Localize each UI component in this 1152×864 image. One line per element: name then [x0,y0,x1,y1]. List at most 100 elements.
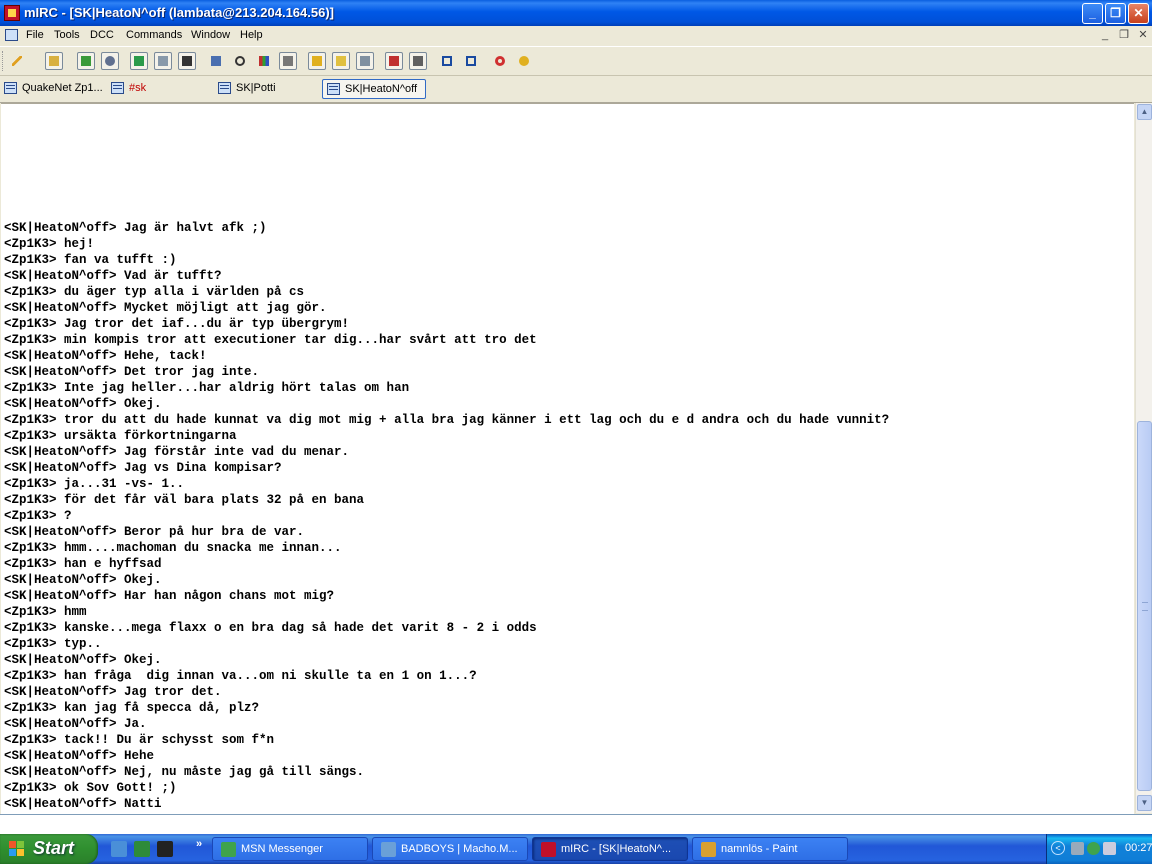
chat-lines: <SK|HeatoN^off> Jag är halvt afk ;) <Zp1K… [4,220,889,812]
scroll-down-arrow[interactable]: ▼ [1137,795,1152,811]
maximize-button[interactable]: ❐ [1105,3,1126,24]
paint-icon [701,842,716,857]
task-badboys-browser[interactable]: BADBOYS | Macho.M... [372,837,528,861]
arrange-icon[interactable] [462,52,480,70]
chat-log[interactable]: <SK|HeatoN^off> Jag är halvt afk ;) <Zp1K… [1,103,1134,814]
logs-icon[interactable] [279,52,297,70]
chat-line: <Zp1K3> Jag tror det iaf...du är typ übe… [4,317,350,331]
address-book-icon[interactable] [130,52,148,70]
help-icon[interactable] [491,52,509,70]
document-icon[interactable] [5,29,18,41]
chat-line: <Zp1K3> typ.. [4,637,102,651]
tile-icon[interactable] [409,52,427,70]
connect-icon[interactable] [8,52,26,70]
close-button[interactable]: ✕ [1128,3,1149,24]
task-label: namnlös - Paint [721,843,798,855]
chat-line: <Zp1K3> ja...31 -vs- 1.. [4,477,185,491]
chat-line: <Zp1K3> kanske...mega flaxx o en bra dag… [4,621,537,635]
minimize-button[interactable]: _ [1082,3,1103,24]
chat-line: <Zp1K3> ok Sov Gott! ;) [4,781,177,795]
chat-line: <Zp1K3> Inte jag heller...har aldrig hör… [4,381,410,395]
chat-line: <Zp1K3> kan jag få specca då, plz? [4,701,260,715]
tab-query-heaton[interactable]: SK|HeatoN^off [322,79,426,99]
scripts-icon[interactable] [101,52,119,70]
volume-icon[interactable] [1103,842,1116,855]
tab-label: SK|HeatoN^off [345,83,418,95]
toolbar [0,47,1152,76]
network-icon[interactable] [1071,842,1084,855]
chat-line: <SK|HeatoN^off> Jag vs Dina kompisar? [4,461,282,475]
menu-tools[interactable]: Tools [52,28,82,42]
query-window-icon [327,83,340,95]
menu-dcc[interactable]: DCC [88,28,116,42]
menu-commands[interactable]: Commands [124,28,184,42]
chat-line: <Zp1K3> hmm [4,605,87,619]
mdi-minimize-button[interactable]: _ [1098,29,1112,42]
menu-file[interactable]: File [24,28,46,42]
tab-query-potti[interactable]: SK|Potti [214,79,318,99]
chat-line: <SK|HeatoN^off> Beror på hur bra de var. [4,525,305,539]
chat-line: <SK|HeatoN^off> Mycket möjligt att jag g… [4,301,327,315]
about-icon[interactable] [515,52,533,70]
message-input[interactable] [2,816,1142,832]
chat-line: <Zp1K3> ursäkta förkortningarna [4,429,237,443]
msn-messenger-icon [221,842,236,857]
channel-window-icon [111,82,124,94]
tray-expand-arrow[interactable]: < [1051,841,1065,855]
chat-line: <SK|HeatoN^off> Jag förstår inte vad du … [4,445,350,459]
menu-window[interactable]: Window [189,28,232,42]
chat-line: <Zp1K3> tack!! Du är schysst som f*n [4,733,275,747]
tab-status-quakenet[interactable]: QuakeNet Zp1... [0,79,106,99]
chat-line: <Zp1K3> för det får väl bara plats 32 på… [4,493,365,507]
toolbar-grip[interactable] [2,51,6,71]
task-mirc[interactable]: mIRC - [SK|HeatoN^... [532,837,688,861]
mdi-restore-button[interactable]: ❐ [1117,29,1131,42]
task-paint[interactable]: namnlös - Paint [692,837,848,861]
channels-icon[interactable] [77,52,95,70]
timer-icon[interactable] [231,52,249,70]
chat-line: <Zp1K3> hmm....machoman du snacka me inn… [4,541,342,555]
chat-line: <SK|HeatoN^off> Nej, nu måste jag gå til… [4,765,365,779]
received-icon[interactable] [308,52,326,70]
tab-label: #sk [129,82,147,94]
notify-icon[interactable] [178,52,196,70]
start-button[interactable]: Start [0,834,98,864]
scroll-up-arrow[interactable]: ▲ [1137,104,1152,120]
mirc-icon [541,842,556,857]
chat-line: <SK|HeatoN^off> Okej. [4,573,162,587]
chat-line: <Zp1K3> han fråga dig innan va...om ni s… [4,669,477,683]
options-icon[interactable] [45,52,63,70]
messenger-tray-icon[interactable] [1087,842,1100,855]
cascade-icon[interactable] [438,52,456,70]
taskbar: Start » MSN Messenger BADBOYS | Macho.M.… [0,834,1152,864]
urls-icon[interactable] [154,52,172,70]
editbox[interactable] [0,814,1152,834]
task-msn-messenger[interactable]: MSN Messenger [212,837,368,861]
quicklaunch-browser-icon[interactable] [111,841,127,857]
menu-bar: File Tools DCC Commands Window Help _ ❐ … [0,26,1152,47]
chat-line: <SK|HeatoN^off> Ja. [4,717,147,731]
notes-icon[interactable] [332,52,350,70]
mirc-app-icon[interactable] [4,5,20,21]
dcc-chat-icon[interactable] [207,52,225,70]
chat-line: <SK|HeatoN^off> Det tror jag inte. [4,365,260,379]
perform-icon[interactable] [385,52,403,70]
chat-line: <Zp1K3> fan va tufft :) [4,253,177,267]
scroll-thumb[interactable] [1137,421,1152,791]
quicklaunch-more-button[interactable]: » [196,838,202,850]
chat-line: <SK|HeatoN^off> Hehe, tack! [4,349,207,363]
tab-channel-sk[interactable]: #sk [107,79,211,99]
quicklaunch-media-icon[interactable] [134,841,150,857]
finger-icon[interactable] [356,52,374,70]
menu-help[interactable]: Help [238,28,265,42]
chat-line: <SK|HeatoN^off> Natti [4,797,162,811]
vertical-scrollbar[interactable]: ▲ ▼ [1135,103,1152,813]
mdi-close-button[interactable]: ✕ [1136,29,1150,42]
chat-line: <SK|HeatoN^off> Okej. [4,653,162,667]
tab-label: SK|Potti [236,82,276,94]
tab-label: QuakeNet Zp1... [22,82,103,94]
colors-icon[interactable] [255,52,273,70]
title-bar[interactable]: mIRC - [SK|HeatoN^off (lambata@213.204.1… [0,0,1152,26]
chat-line: <Zp1K3> du äger typ alla i världen på cs [4,285,305,299]
quicklaunch-game-icon[interactable] [157,841,173,857]
